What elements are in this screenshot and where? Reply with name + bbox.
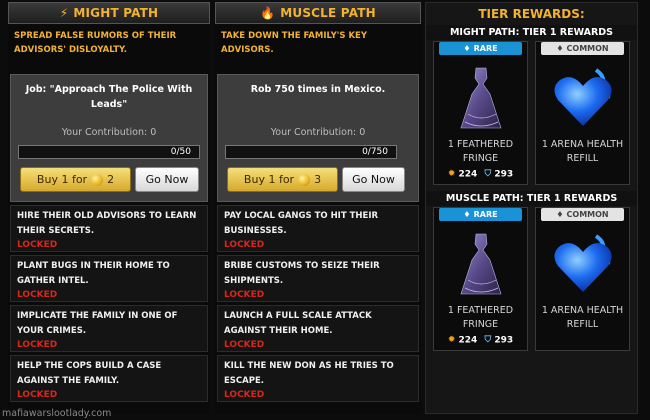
rarity-label: COMMON xyxy=(566,44,609,53)
defense-shield-icon: ⛉ xyxy=(484,335,492,345)
muscle-job-box: Rob 750 times in Mexico. Your Contributi… xyxy=(217,74,419,202)
muscle-buy-button[interactable]: Buy 1 for 3 xyxy=(227,167,338,192)
might-path-column: ⚡ MIGHT PATH SPREAD FALSE RUMORS OF THEI… xyxy=(8,2,210,414)
attack-icon: ✹ xyxy=(447,169,456,179)
muscle-path-header: 🔥 MUSCLE PATH xyxy=(215,2,421,24)
muscle-go-now-button[interactable]: Go Now xyxy=(342,167,405,192)
muscle-goal: TAKE DOWN THE FAMILY'S KEY ADVISORS. xyxy=(221,31,367,55)
defense-shield-icon: ⛉ xyxy=(484,169,492,179)
step-text: IMPLICATE THE FAMILY IN ONE OF YOUR CRIM… xyxy=(17,311,178,336)
step-status: LOCKED xyxy=(17,340,58,350)
step-text: PAY LOCAL GANGS TO HIT THEIR BUSINESSES. xyxy=(224,211,379,236)
might-buy-button[interactable]: Buy 1 for 2 xyxy=(20,167,131,192)
reward-name: 1 FEATHERED FRINGE xyxy=(447,305,514,330)
step-status: LOCKED xyxy=(17,290,58,300)
muscle-progress-bar: 0/750 xyxy=(225,145,397,159)
reward-name: 1 ARENA HEALTH REFILL xyxy=(541,305,624,330)
diamond-icon: ♦ xyxy=(463,210,471,219)
buy-label: Buy 1 for xyxy=(243,173,295,186)
might-step: IMPLICATE THE FAMILY IN ONE OF YOUR CRIM… xyxy=(10,305,208,352)
buy-cost: 3 xyxy=(314,173,322,186)
reward-name: 1 FEATHERED FRINGE xyxy=(447,139,514,164)
attack-icon: ✹ xyxy=(447,335,456,345)
reward-card[interactable]: ♦ RARE 1 FEATHERED FRINGE ✹ 224 ⛉ 293 xyxy=(433,207,528,351)
step-status: LOCKED xyxy=(224,290,265,300)
attack-value: 224 xyxy=(458,335,478,346)
muscle-job-title: Rob 750 times in Mexico. xyxy=(250,84,386,95)
blue-heart-icon xyxy=(554,234,612,292)
rarity-badge: ♦ RARE xyxy=(439,208,522,221)
dress-icon xyxy=(460,67,502,129)
muscle-step: LAUNCH A FULL SCALE ATTACK AGAINST THEIR… xyxy=(217,305,419,352)
rarity-label: RARE xyxy=(473,210,498,219)
step-text: LAUNCH A FULL SCALE ATTACK AGAINST THEIR… xyxy=(224,311,372,336)
reward-cards: ♦ RARE 1 FEATHERED FRINGE ✹ 224 ⛉ 293 ♦ … xyxy=(426,40,637,185)
step-text: PLANT BUGS IN THEIR HOME TO GATHER INTEL… xyxy=(17,261,170,286)
muscle-step: PAY LOCAL GANGS TO HIT THEIR BUSINESSES.… xyxy=(217,205,419,252)
might-progress-bar: 0/50 xyxy=(18,145,200,159)
defense-value: 293 xyxy=(494,335,514,346)
might-job-title: Job: "Approach The Police With Leads" xyxy=(25,84,193,110)
step-status: LOCKED xyxy=(17,240,58,250)
lightning-icon: ⚡ xyxy=(59,6,69,20)
tier-rewards-panel: TIER REWARDS: MIGHT PATH: TIER 1 REWARDS… xyxy=(425,2,638,414)
step-text: HIRE THEIR OLD ADVISORS TO LEARN THEIR S… xyxy=(17,211,197,236)
reward-cards: ♦ RARE 1 FEATHERED FRINGE ✹ 224 ⛉ 293 ♦ … xyxy=(426,206,637,351)
tier-section-label: MIGHT PATH: TIER 1 REWARDS xyxy=(426,25,637,40)
muscle-path-column: 🔥 MUSCLE PATH TAKE DOWN THE FAMILY'S KEY… xyxy=(215,2,421,414)
rarity-label: COMMON xyxy=(566,210,609,219)
blue-heart-icon xyxy=(554,68,612,126)
step-status: LOCKED xyxy=(17,390,58,400)
might-step: HIRE THEIR OLD ADVISORS TO LEARN THEIR S… xyxy=(10,205,208,252)
rarity-badge: ♦ COMMON xyxy=(541,208,624,221)
diamond-icon: ♦ xyxy=(556,210,564,219)
reward-name: 1 ARENA HEALTH REFILL xyxy=(541,139,624,164)
buy-label: Buy 1 for xyxy=(36,173,88,186)
step-text: BRIBE CUSTOMS TO SEIZE THEIR SHIPMENTS. xyxy=(224,261,380,286)
reward-stats: ✹ 224 ⛉ 293 xyxy=(434,335,527,346)
step-status: LOCKED xyxy=(224,240,265,250)
step-text: KILL THE NEW DON AS HE TRIES TO ESCAPE. xyxy=(224,361,394,386)
muscle-step: KILL THE NEW DON AS HE TRIES TO ESCAPE. … xyxy=(217,355,419,402)
might-path-title: MIGHT PATH xyxy=(73,6,159,20)
muscle-step: BRIBE CUSTOMS TO SEIZE THEIR SHIPMENTS. … xyxy=(217,255,419,302)
reward-card[interactable]: ♦ RARE 1 FEATHERED FRINGE ✹ 224 ⛉ 293 xyxy=(433,41,528,185)
rarity-badge: ♦ RARE xyxy=(439,42,522,55)
might-goal: SPREAD FALSE RUMORS OF THEIR ADVISORS' D… xyxy=(14,31,177,55)
watermark: mafiawarslootlady.com xyxy=(2,408,112,419)
tier-section-label: MUSCLE PATH: TIER 1 REWARDS xyxy=(426,191,637,206)
tier-rewards-title: TIER REWARDS: xyxy=(478,7,585,21)
reward-stats: ✹ 224 ⛉ 293 xyxy=(434,169,527,180)
dress-icon xyxy=(460,233,502,295)
defense-value: 293 xyxy=(494,169,514,180)
might-step: PLANT BUGS IN THEIR HOME TO GATHER INTEL… xyxy=(10,255,208,302)
rarity-label: RARE xyxy=(473,44,498,53)
gold-coin-icon xyxy=(91,173,104,186)
muscle-contribution: Your Contribution: 0 xyxy=(270,127,366,138)
step-status: LOCKED xyxy=(224,390,265,400)
might-path-header: ⚡ MIGHT PATH xyxy=(8,2,210,24)
buy-cost: 2 xyxy=(107,173,115,186)
rarity-badge: ♦ COMMON xyxy=(541,42,624,55)
gold-coin-icon xyxy=(298,173,311,186)
might-step: HELP THE COPS BUILD A CASE AGAINST THE F… xyxy=(10,355,208,402)
reward-card[interactable]: ♦ COMMON 1 ARENA HEALTH REFILL xyxy=(535,41,630,185)
step-text: HELP THE COPS BUILD A CASE AGAINST THE F… xyxy=(17,361,162,386)
flame-icon: 🔥 xyxy=(260,6,276,20)
attack-value: 224 xyxy=(458,169,478,180)
muscle-path-title: MUSCLE PATH xyxy=(280,6,376,20)
step-status: LOCKED xyxy=(224,340,265,350)
diamond-icon: ♦ xyxy=(463,44,471,53)
might-job-box: Job: "Approach The Police With Leads" Yo… xyxy=(10,74,208,202)
diamond-icon: ♦ xyxy=(556,44,564,53)
reward-card[interactable]: ♦ COMMON 1 ARENA HEALTH REFILL xyxy=(535,207,630,351)
might-contribution: Your Contribution: 0 xyxy=(61,127,157,138)
might-go-now-button[interactable]: Go Now xyxy=(135,167,199,192)
